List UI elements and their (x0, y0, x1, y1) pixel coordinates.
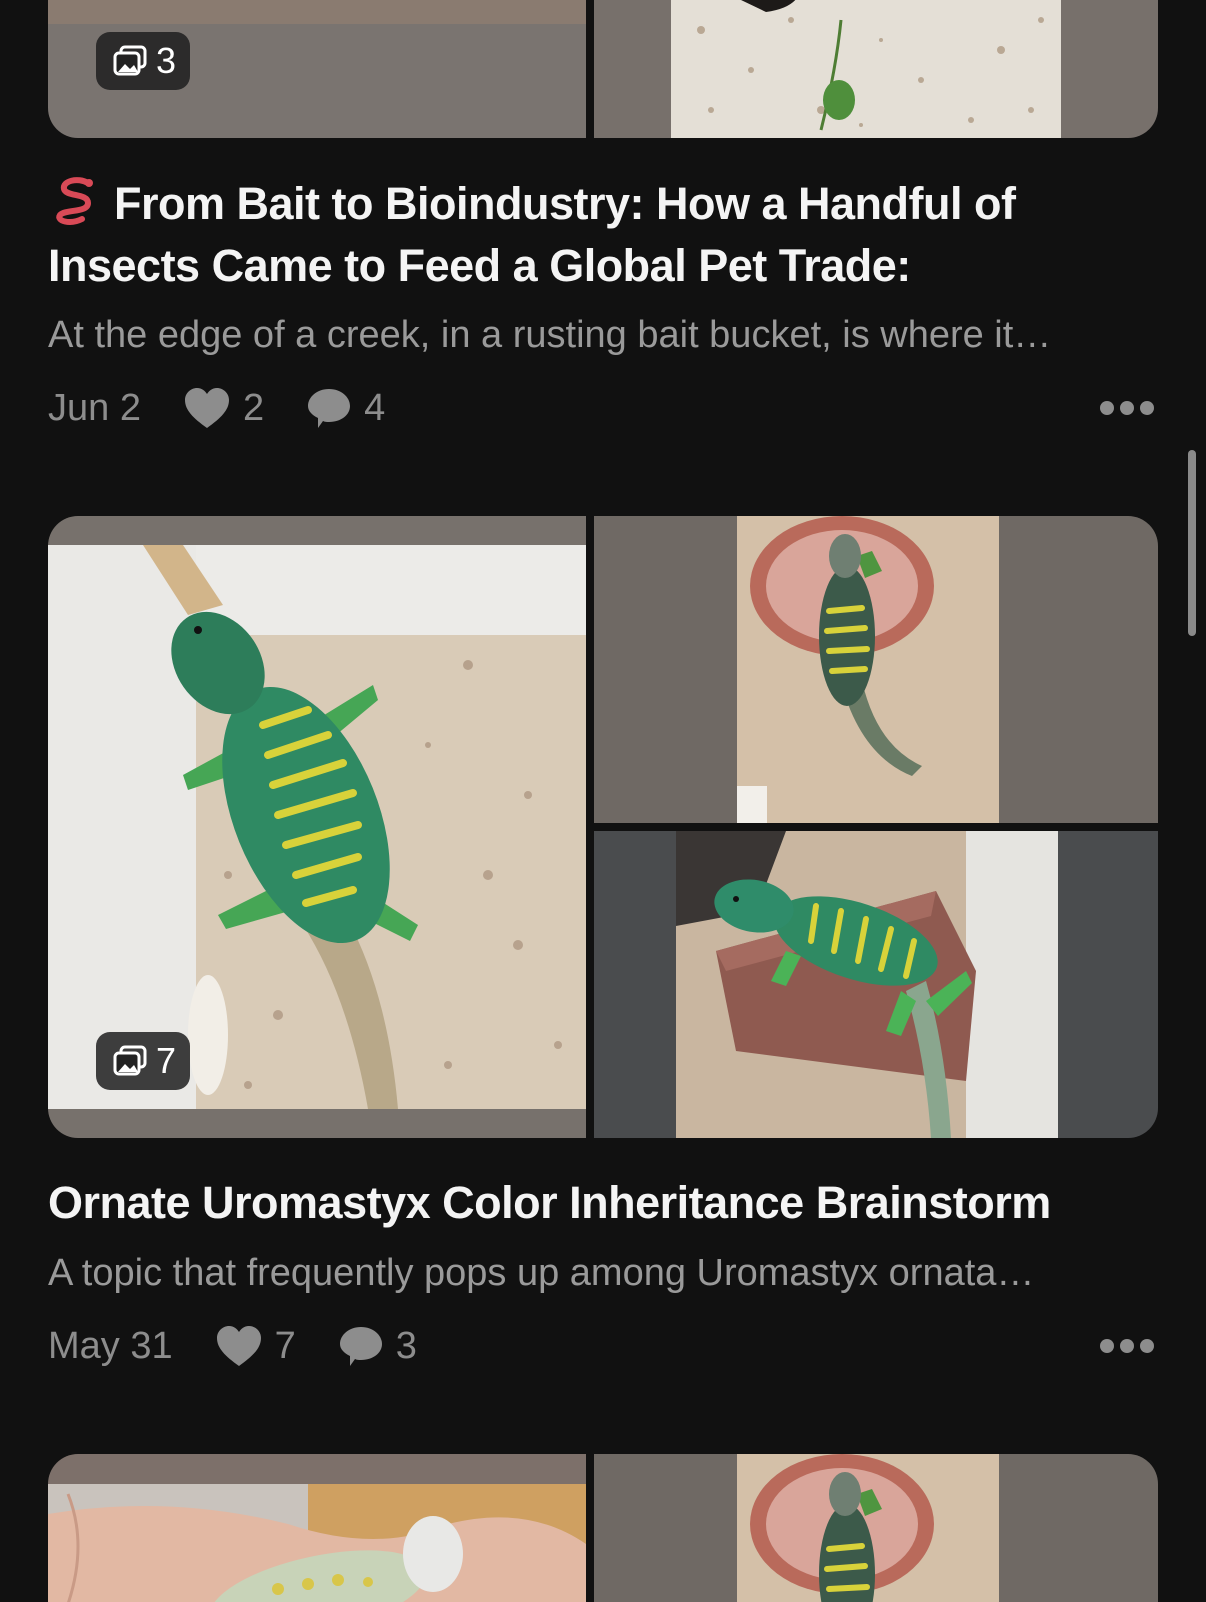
post-1-date: Jun 2 (48, 386, 141, 429)
photo-stack-icon (113, 45, 147, 76)
post-2-photo-count-badge: 7 (96, 1032, 191, 1090)
post-2-meta: May 31 7 3 (48, 1318, 1158, 1374)
post-2-photo-count: 7 (156, 1040, 177, 1081)
post-2-photo-top-right[interactable] (594, 516, 1158, 823)
scrollbar-thumb[interactable] (1188, 450, 1196, 636)
post-1-meta: Jun 2 2 4 (48, 380, 1158, 436)
post-1-title-text: From Bait to Bioindustry: How a Handful … (48, 178, 1016, 291)
comment-bubble-icon (308, 389, 351, 428)
post-2-comment-count: 3 (395, 1324, 417, 1367)
lizard-in-hand-photo (48, 1484, 586, 1602)
post-3-photo-side[interactable] (594, 1454, 1158, 1602)
post-2-comment-button[interactable]: 3 (338, 1324, 417, 1368)
post-2-date: May 31 (48, 1324, 173, 1367)
post-1-subtitle: At the edge of a creek, in a rusting bai… (48, 314, 1052, 356)
post-2-like-button[interactable]: 7 (215, 1324, 296, 1368)
worm-icon (56, 177, 93, 225)
post-1-gallery[interactable] (48, 0, 1158, 138)
post-1-like-count: 2 (242, 386, 265, 429)
post-1-title[interactable]: From Bait to Bioindustry: How a Handful … (48, 173, 1148, 297)
post-3-photo-main[interactable] (48, 1454, 586, 1602)
post-1-photo-count-badge: 3 (96, 32, 191, 90)
post-1-photo-count: 3 (156, 40, 177, 81)
post-1-photo-side[interactable] (594, 0, 1158, 138)
post-2-title[interactable]: Ornate Uromastyx Color Inheritance Brain… (48, 1172, 1148, 1234)
lizard-photo-dish (737, 516, 999, 823)
lizard-photo-main (48, 545, 586, 1109)
heart-icon (216, 1326, 261, 1366)
post-2-like-count: 7 (274, 1324, 296, 1367)
post-1-more-options-icon[interactable] (1100, 401, 1158, 415)
post-3-gallery[interactable] (48, 1454, 1158, 1602)
post-1-comment-button[interactable]: 4 (306, 386, 385, 430)
comment-bubble-icon (339, 1327, 382, 1366)
lizard-photo-rock (676, 831, 1058, 1138)
sand-photo (671, 0, 1061, 138)
post-2-more-options-icon[interactable] (1100, 1339, 1158, 1353)
lizard-photo-dish-2 (737, 1454, 999, 1602)
post-1-like-button[interactable]: 2 (183, 386, 264, 430)
post-2-subtitle: A topic that frequently pops up among Ur… (48, 1252, 1035, 1294)
photo-stack-icon (113, 1045, 147, 1076)
post-1-comment-count: 4 (364, 386, 386, 429)
post-2-gallery[interactable] (48, 516, 1158, 1138)
feed: 3 From Bait to Bioindustry: How a Handfu… (0, 0, 1206, 1602)
heart-icon (184, 388, 229, 428)
post-2-photo-bottom-right[interactable] (594, 831, 1158, 1138)
